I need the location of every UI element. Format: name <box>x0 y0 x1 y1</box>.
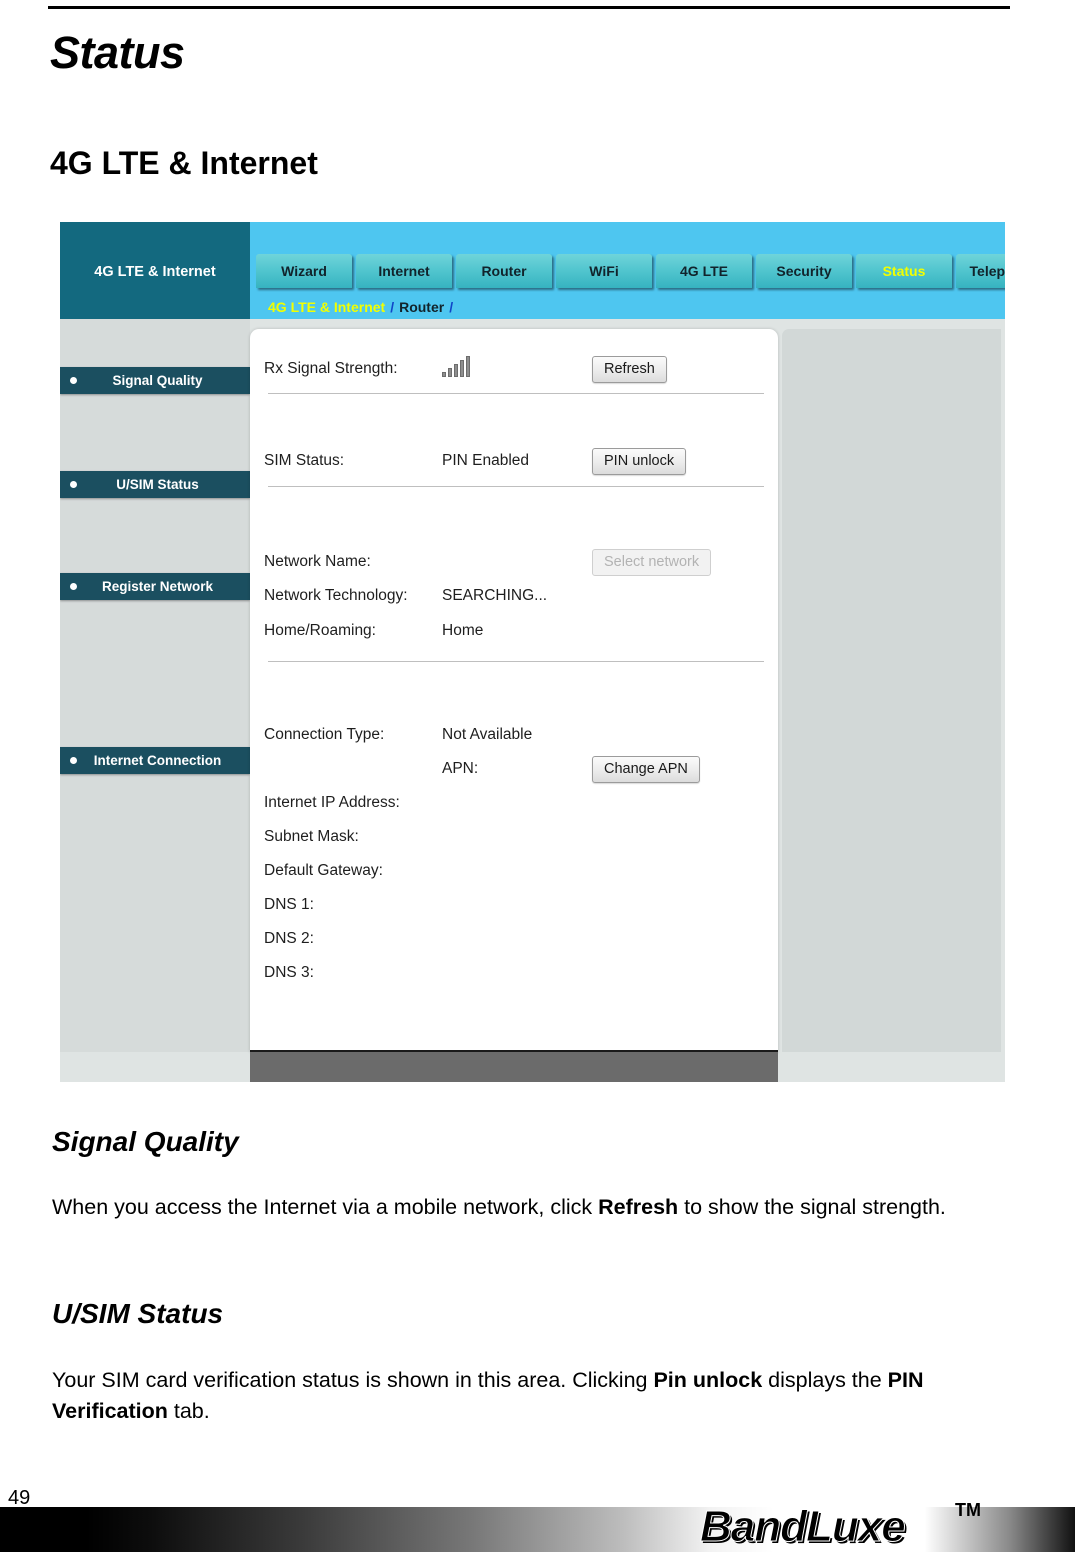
breadcrumb-separator-1: / <box>390 299 395 315</box>
pin-unlock-button[interactable]: PIN unlock <box>592 447 687 475</box>
signal-strength-icon <box>442 355 592 382</box>
row-dns-3: DNS 3: <box>264 961 764 985</box>
tab-label: Telephony <box>969 263 1005 279</box>
tab-label: 4G LTE <box>680 263 728 279</box>
tab-status[interactable]: Status <box>856 254 952 288</box>
tab-telephony[interactable]: Telephony <box>956 254 1005 288</box>
dns2-label: DNS 2: <box>264 930 314 947</box>
refresh-button[interactable]: Refresh <box>592 355 667 383</box>
home-roaming-label: Home/Roaming: <box>264 622 376 639</box>
tab-4g-lte[interactable]: 4G LTE <box>656 254 752 288</box>
paragraph-signal-quality: When you access the Internet via a mobil… <box>52 1192 952 1223</box>
page-top-rule <box>48 6 1010 9</box>
body-text: to show the signal strength. <box>678 1195 946 1219</box>
trademark-symbol: TM <box>955 1500 981 1520</box>
body-text: Your SIM card verification status is sho… <box>52 1368 654 1392</box>
router-body: Signal Quality U/SIM Status Register Netwo… <box>60 319 1005 1082</box>
row-subnet-mask: Subnet Mask: <box>264 825 764 849</box>
router-brand-bar: 4G LTE & Internet <box>60 222 250 319</box>
row-internet-ip-address: Internet IP Address: <box>264 791 764 815</box>
body-text: tab. <box>167 1399 210 1423</box>
divider-1 <box>268 393 764 394</box>
router-tab-strip: Wizard Internet Router WiFi 4G LTE Security St… <box>256 254 1005 294</box>
row-network-name: Network Name: Select network <box>264 548 764 576</box>
sidebar-item-label: Register Network <box>101 579 214 594</box>
tab-wizard[interactable]: Wizard <box>256 254 352 288</box>
dns3-label: DNS 3: <box>264 964 314 981</box>
router-content-panel: Rx Signal Strength: Refresh SIM Status: … <box>250 329 778 1052</box>
footer-gradient-bar <box>0 1507 1075 1552</box>
sidebar-item-label: Internet Connection <box>93 753 222 768</box>
connection-type-label: Connection Type: <box>264 726 385 743</box>
internet-ip-address-label: Internet IP Address: <box>264 794 400 811</box>
change-apn-button[interactable]: Change APN <box>592 755 700 783</box>
router-brand-label: 4G LTE & Internet <box>94 264 216 280</box>
tab-label: Internet <box>378 263 430 279</box>
router-ui-screenshot: 4G LTE & Internet Wizard Internet Router Wi… <box>60 222 1005 1082</box>
tab-router[interactable]: Router <box>456 254 552 288</box>
body-text: displays the <box>762 1368 888 1392</box>
emphasis-text: Refresh <box>598 1195 679 1219</box>
select-network-button[interactable]: Select network <box>592 548 712 576</box>
router-right-pane <box>782 329 1001 1052</box>
bandluxe-logo: BandLuxe <box>700 1502 907 1552</box>
dns1-label: DNS 1: <box>264 896 314 913</box>
sidebar-item-u-sim-status[interactable]: U/SIM Status <box>60 471 250 498</box>
sidebar-item-register-network[interactable]: Register Network <box>60 573 250 600</box>
heading-usim-status: U/SIM Status <box>52 1298 224 1329</box>
network-technology-label: Network Technology: <box>264 587 408 604</box>
network-technology-value: SEARCHING... <box>442 587 548 604</box>
router-panel-footer <box>250 1050 778 1082</box>
tab-label: Status <box>882 263 926 279</box>
row-home-roaming: Home/Roaming: Home <box>264 619 764 643</box>
router-side-menu: Signal Quality U/SIM Status Register Netwo… <box>60 319 261 1052</box>
row-network-technology: Network Technology: SEARCHING... <box>264 584 764 608</box>
bullet-icon <box>70 481 77 488</box>
default-gateway-label: Default Gateway: <box>264 862 383 879</box>
bullet-icon <box>70 377 77 384</box>
sidebar-item-signal-quality[interactable]: Signal Quality <box>60 367 261 394</box>
connection-type-value: Not Available <box>442 726 533 743</box>
network-name-label: Network Name: <box>264 553 371 570</box>
bullet-icon <box>70 583 77 590</box>
breadcrumb-root[interactable]: 4G LTE & Internet <box>268 299 385 315</box>
sidebar-item-label: Signal Quality <box>112 373 203 388</box>
tab-wifi[interactable]: WiFi <box>556 254 652 288</box>
section-heading-4g-lte-internet: 4G LTE & Internet <box>50 145 318 181</box>
row-default-gateway: Default Gateway: <box>264 859 764 883</box>
row-dns-1: DNS 1: <box>264 893 764 917</box>
body-text: When you access the Internet via a mobil… <box>52 1195 599 1219</box>
bullet-icon <box>70 757 77 764</box>
apn-label: APN: <box>442 760 479 777</box>
sidebar-item-internet-connection[interactable]: Internet Connection <box>60 747 250 774</box>
tab-label: WiFi <box>589 263 619 279</box>
tab-label: Wizard <box>281 263 327 279</box>
breadcrumb: 4G LTE & Internet / Router / <box>250 294 1005 320</box>
signal-bars <box>442 355 470 377</box>
tab-internet[interactable]: Internet <box>356 254 452 288</box>
sim-status-value: PIN Enabled <box>442 452 530 469</box>
rx-signal-strength-label: Rx Signal Strength: <box>264 360 398 377</box>
tab-label: Security <box>776 263 832 279</box>
sim-status-label: SIM Status: <box>264 452 345 469</box>
sidebar-item-label: U/SIM Status <box>116 477 199 492</box>
row-apn: APN: Change APN <box>264 755 764 783</box>
divider-3 <box>268 661 764 662</box>
breadcrumb-current[interactable]: Router <box>399 299 444 315</box>
row-rx-signal-strength: Rx Signal Strength: Refresh <box>264 355 764 383</box>
heading-signal-quality: Signal Quality <box>52 1126 239 1157</box>
page-title: Status <box>50 27 185 78</box>
tab-security[interactable]: Security <box>756 254 852 288</box>
row-connection-type: Connection Type: Not Available <box>264 723 764 747</box>
divider-2 <box>268 486 764 487</box>
paragraph-usim-status: Your SIM card verification status is sho… <box>52 1365 952 1427</box>
home-roaming-value: Home <box>442 622 484 639</box>
breadcrumb-separator-2: / <box>449 299 454 315</box>
emphasis-text: Pin unlock <box>653 1368 763 1392</box>
subnet-mask-label: Subnet Mask: <box>264 828 359 845</box>
row-dns-2: DNS 2: <box>264 927 764 951</box>
tab-label: Router <box>481 263 527 279</box>
row-sim-status: SIM Status: PIN Enabled PIN unlock <box>264 447 764 475</box>
